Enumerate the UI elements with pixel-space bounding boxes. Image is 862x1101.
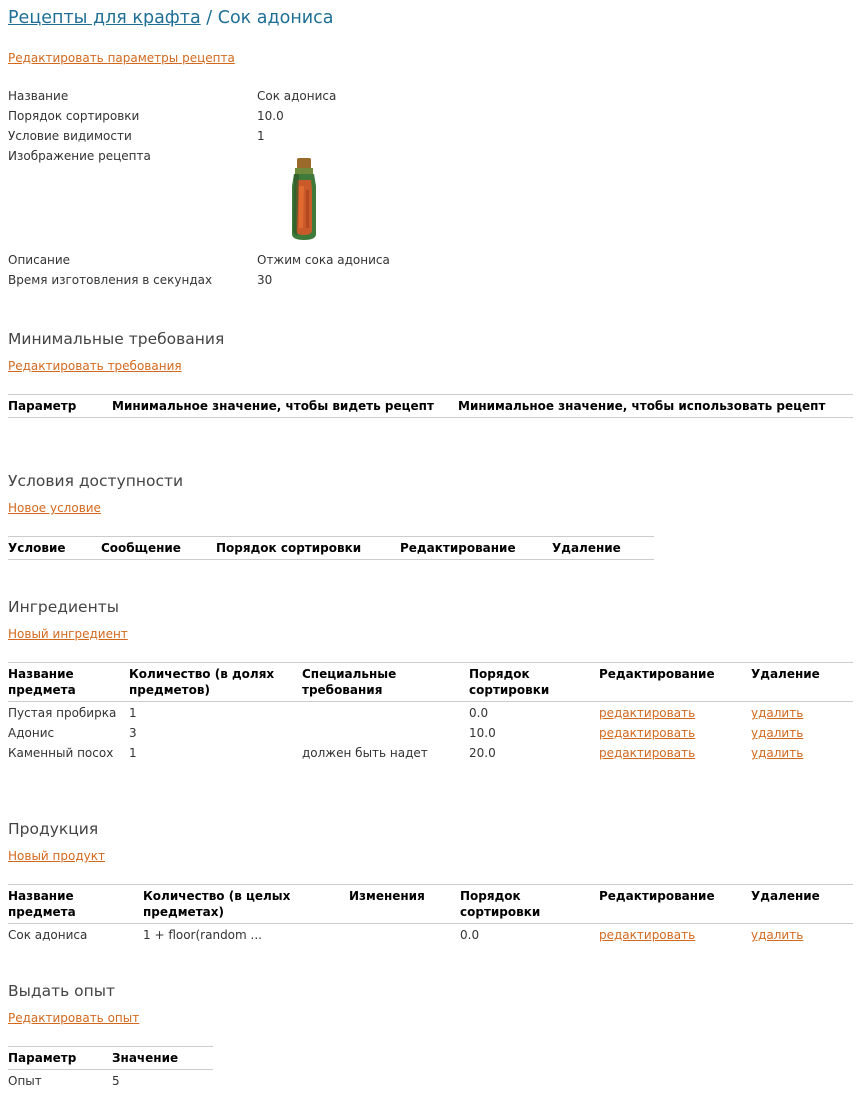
breadcrumb-parent-link[interactable]: Рецепты для крафта xyxy=(8,8,201,28)
ingredient-sort: 20.0 xyxy=(469,746,496,760)
column-header: Количество (в долях предметов) xyxy=(129,662,302,702)
experience-table: Параметр Значение Опыт 5 xyxy=(8,1046,213,1090)
ingredient-qty: 1 xyxy=(129,746,137,760)
column-header: Порядок сортировки xyxy=(216,536,400,560)
edit-recipe-params-link[interactable]: Редактировать параметры рецепта xyxy=(8,51,235,65)
sort-order-label: Порядок сортировки xyxy=(8,109,140,123)
ingredient-special xyxy=(302,722,469,742)
edit-ingredient-link[interactable]: редактировать xyxy=(599,706,695,720)
new-ingredient-link[interactable]: Новый ингредиент xyxy=(8,627,128,641)
ingredient-name: Пустая пробирка xyxy=(8,706,117,720)
min-requirements-table: Параметр Минимальное значение, чтобы вид… xyxy=(8,394,853,418)
products-title: Продукция xyxy=(8,820,99,838)
ingredient-special xyxy=(302,702,469,723)
table-row: Сок адониса 1 + floor(random ... 0.0 ред… xyxy=(8,924,853,945)
min-requirements-title: Минимальные требования xyxy=(8,330,225,348)
recipe-image-label: Изображение рецепта xyxy=(8,149,151,163)
ingredient-sort: 10.0 xyxy=(469,726,496,740)
ingredient-special: должен быть надет xyxy=(302,746,428,760)
column-header: Параметр xyxy=(8,394,112,418)
ingredient-qty: 3 xyxy=(129,726,137,740)
craft-time-value: 30 xyxy=(257,273,273,287)
new-condition-link[interactable]: Новое условие xyxy=(8,501,101,515)
column-header: Минимальное значение, чтобы видеть рецеп… xyxy=(112,394,458,418)
product-sort: 0.0 xyxy=(460,928,480,942)
delete-ingredient-link[interactable]: удалить xyxy=(751,746,803,760)
column-header: Условие xyxy=(8,536,101,560)
table-row: Опыт 5 xyxy=(8,1070,213,1091)
edit-product-link[interactable]: редактировать xyxy=(599,928,695,942)
table-row: Адонис 3 10.0 редактировать удалить xyxy=(8,722,853,742)
column-header: Изменения xyxy=(349,884,460,924)
table-row: Пустая пробирка 1 0.0 редактировать удал… xyxy=(8,702,853,723)
sort-order-value: 10.0 xyxy=(257,109,284,123)
ingredient-name: Адонис xyxy=(8,726,55,740)
column-header: Название предмета xyxy=(8,662,129,702)
craft-time-label: Время изготовления в секундах xyxy=(8,273,213,287)
ingredients-table: Название предмета Количество (в долях пр… xyxy=(8,662,853,762)
column-header: Удаление xyxy=(552,536,654,560)
edit-experience-link[interactable]: Редактировать опыт xyxy=(8,1011,139,1025)
edit-ingredient-link[interactable]: редактировать xyxy=(599,726,695,740)
column-header: Значение xyxy=(112,1046,213,1070)
column-header: Название предмета xyxy=(8,884,143,924)
delete-product-link[interactable]: удалить xyxy=(751,928,803,942)
ingredient-qty: 1 xyxy=(129,706,137,720)
column-header: Параметр xyxy=(8,1046,112,1070)
experience-param: Опыт xyxy=(8,1074,42,1088)
table-row: Каменный посох 1 должен быть надет 20.0 … xyxy=(8,742,853,762)
visibility-value: 1 xyxy=(257,129,265,143)
product-name: Сок адониса xyxy=(8,928,88,942)
column-header: Удаление xyxy=(751,884,853,924)
column-header: Минимальное значение, чтобы использовать… xyxy=(458,394,853,418)
experience-title: Выдать опыт xyxy=(8,982,116,1000)
availability-table: Условие Сообщение Порядок сортировки Ред… xyxy=(8,536,654,560)
juice-bottle-icon xyxy=(286,156,322,242)
edit-requirements-link[interactable]: Редактировать требования xyxy=(8,359,182,373)
ingredient-sort: 0.0 xyxy=(469,706,489,720)
description-label: Описание xyxy=(8,253,71,267)
column-header: Редактирование xyxy=(599,662,751,702)
product-qty: 1 + floor(random ... xyxy=(143,928,262,942)
product-changes xyxy=(349,924,460,945)
delete-ingredient-link[interactable]: удалить xyxy=(751,706,803,720)
page-title: Рецепты для крафта / Сок адониса xyxy=(8,8,333,28)
column-header: Специальные требования xyxy=(302,662,469,702)
column-header: Удаление xyxy=(751,662,853,702)
experience-value: 5 xyxy=(112,1074,120,1088)
column-header: Количество (в целых предметах) xyxy=(143,884,349,924)
description-value: Отжим сока адониса xyxy=(257,253,390,267)
delete-ingredient-link[interactable]: удалить xyxy=(751,726,803,740)
column-header: Порядок сортировки xyxy=(460,884,599,924)
breadcrumb-separator: / xyxy=(206,8,213,28)
products-table: Название предмета Количество (в целых пр… xyxy=(8,884,853,944)
edit-ingredient-link[interactable]: редактировать xyxy=(599,746,695,760)
ingredient-name: Каменный посох xyxy=(8,746,114,760)
name-value: Сок адониса xyxy=(257,89,337,103)
ingredients-title: Ингредиенты xyxy=(8,598,119,616)
availability-title: Условия доступности xyxy=(8,472,184,490)
visibility-label: Условие видимости xyxy=(8,129,132,143)
column-header: Порядок сортировки xyxy=(469,662,599,702)
column-header: Сообщение xyxy=(101,536,216,560)
new-product-link[interactable]: Новый продукт xyxy=(8,849,105,863)
column-header: Редактирование xyxy=(599,884,751,924)
name-label: Название xyxy=(8,89,69,103)
breadcrumb-current: Сок адониса xyxy=(217,8,334,28)
column-header: Редактирование xyxy=(400,536,552,560)
